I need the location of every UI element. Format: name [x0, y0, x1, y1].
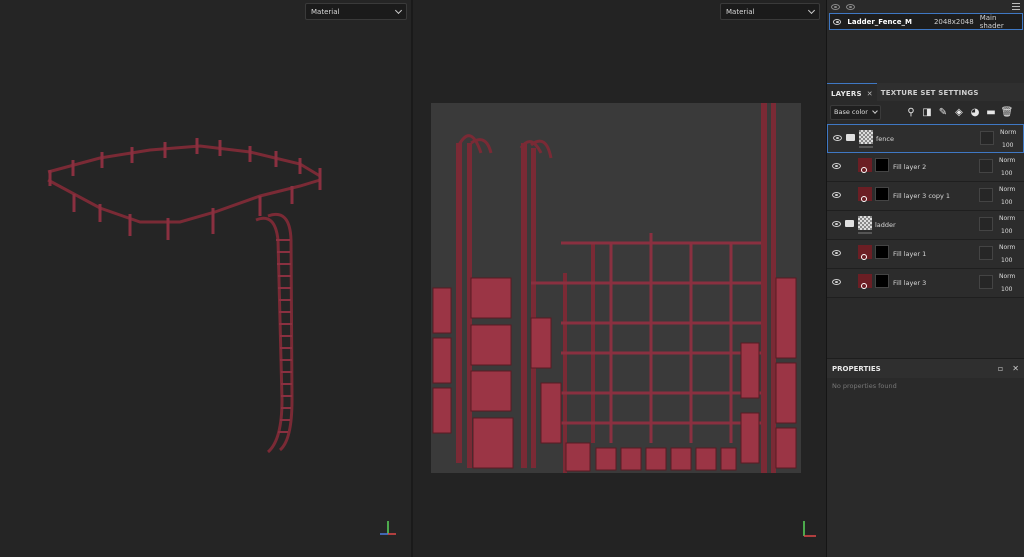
- layer-name[interactable]: Fill layer 2: [893, 163, 926, 171]
- texture-set-toolbar: [827, 0, 1024, 13]
- eye-icon[interactable]: [833, 18, 842, 25]
- layer-row-ladder[interactable]: ladder Norm 100: [827, 211, 1024, 240]
- folder-icon[interactable]: [845, 220, 854, 227]
- 3d-model-render: [47, 138, 322, 454]
- layer-blend-mode[interactable]: Norm: [999, 273, 1015, 280]
- layer-blend-box[interactable]: [980, 131, 994, 145]
- ladder: [255, 213, 294, 454]
- layer-blend-mode[interactable]: Norm: [999, 215, 1015, 222]
- mask-thumbnail[interactable]: [875, 158, 889, 172]
- layer-blend-box[interactable]: [979, 246, 993, 260]
- texture-set-shader: Main shader: [979, 13, 1004, 30]
- layer-opacity[interactable]: 100: [1002, 142, 1013, 149]
- properties-header: PROPERTIES ▫ ✕: [827, 358, 1024, 378]
- uv-axis-gizmo-icon: [803, 521, 816, 537]
- channel-select-label: Base color: [834, 108, 868, 116]
- layer-blend-mode[interactable]: Norm: [999, 186, 1015, 193]
- layers-tab-bar: LAYERS ✕ TEXTURE SET SETTINGS: [827, 83, 1024, 101]
- layer-row-fill-1[interactable]: Fill layer 1 Norm 100: [827, 240, 1024, 269]
- trash-icon[interactable]: 🗑: [1001, 106, 1014, 118]
- layer-opacity[interactable]: 100: [1001, 228, 1012, 235]
- chevron-down-icon: [872, 107, 878, 114]
- layer-toolbar: Base color ⚲ ◨ ✎ ◈ ◕ ▬ 🗑: [827, 101, 1024, 123]
- list-menu-icon[interactable]: [1012, 1, 1020, 10]
- paint-layer-icon[interactable]: ✎: [937, 106, 949, 118]
- layer-list: fence Norm 100 Fill layer 2 Norm 100 Fil…: [827, 124, 1024, 298]
- fence-rail-back: [47, 144, 321, 178]
- uv-texture-canvas: [431, 103, 801, 473]
- layer-name[interactable]: Fill layer 3: [893, 279, 926, 287]
- eye-icon[interactable]: [831, 3, 840, 10]
- eye-icon[interactable]: [832, 221, 841, 227]
- layer-opacity[interactable]: 100: [1001, 257, 1012, 264]
- properties-title: PROPERTIES: [832, 364, 881, 373]
- viewport-2d-mode-label: Material: [726, 7, 755, 16]
- layer-opacity[interactable]: 100: [1001, 286, 1012, 293]
- tab-texture-set-settings-label: TEXTURE SET SETTINGS: [880, 89, 979, 97]
- properties-empty-text: No properties found: [832, 382, 897, 390]
- mask-thumbnail[interactable]: [875, 245, 889, 259]
- close-icon[interactable]: ✕: [867, 90, 873, 101]
- axis-gizmo-icon: [380, 521, 396, 535]
- close-icon[interactable]: ✕: [1012, 364, 1019, 373]
- smart-material-icon[interactable]: ◕: [969, 106, 981, 118]
- layer-opacity[interactable]: 100: [1001, 199, 1012, 206]
- layer-row-fill-2[interactable]: Fill layer 2 Norm 100: [827, 153, 1024, 182]
- tab-texture-set-settings[interactable]: TEXTURE SET SETTINGS: [877, 83, 983, 101]
- eye-icon[interactable]: [832, 250, 841, 256]
- folder-icon[interactable]: [846, 134, 855, 141]
- layer-blend-box[interactable]: [979, 188, 993, 202]
- fill-thumbnail: [858, 158, 872, 173]
- chevron-down-icon: [807, 6, 816, 14]
- layer-blend-mode[interactable]: Norm: [999, 244, 1015, 251]
- properties-body: No properties found: [827, 378, 1024, 557]
- tab-layers-label: LAYERS: [831, 90, 862, 98]
- layer-row-fence[interactable]: fence Norm 100: [827, 124, 1024, 153]
- eye-icon[interactable]: [833, 135, 842, 141]
- viewport-3d[interactable]: Material: [0, 0, 411, 557]
- right-panel: Ladder_Fence_M 2048x2048 Main shader LAY…: [826, 0, 1024, 557]
- tab-layers[interactable]: LAYERS ✕: [827, 83, 877, 101]
- add-mask-icon[interactable]: ◨: [921, 106, 933, 118]
- viewport-2d-mode-select[interactable]: Material: [720, 3, 820, 20]
- layer-name[interactable]: Fill layer 1: [893, 250, 926, 258]
- layer-blend-mode[interactable]: Norm: [1000, 129, 1016, 136]
- layer-opacity[interactable]: 100: [1001, 170, 1012, 177]
- layer-blend-box[interactable]: [979, 275, 993, 289]
- fill-thumbnail: [858, 187, 872, 202]
- eye-icon[interactable]: [832, 163, 841, 169]
- layer-name[interactable]: Fill layer 3 copy 1: [893, 192, 950, 200]
- fill-thumbnail: [858, 245, 872, 260]
- eye-icon[interactable]: [832, 192, 841, 198]
- thumbnail-underbar: [858, 232, 872, 234]
- texture-set-name: Ladder_Fence_M: [847, 17, 912, 26]
- thumbnail-underbar: [859, 146, 873, 148]
- folder-icon[interactable]: ▬: [985, 106, 997, 118]
- layer-thumbnail: [858, 216, 872, 230]
- layer-thumbnail: [859, 130, 873, 144]
- eye-icon[interactable]: [846, 3, 855, 10]
- layer-blend-box[interactable]: [979, 159, 993, 173]
- channel-select[interactable]: Base color: [830, 104, 881, 120]
- texture-set-row[interactable]: Ladder_Fence_M 2048x2048 Main shader: [829, 13, 1023, 30]
- fence-posts: [48, 138, 322, 240]
- maximize-icon[interactable]: ▫: [998, 364, 1003, 373]
- viewport-2d[interactable]: Material: [413, 0, 826, 557]
- layer-name[interactable]: fence: [876, 135, 894, 143]
- mask-thumbnail[interactable]: [875, 274, 889, 288]
- fill-thumbnail: [858, 274, 872, 289]
- eye-icon[interactable]: [832, 279, 841, 285]
- layer-blend-mode[interactable]: Norm: [999, 157, 1015, 164]
- layer-blend-box[interactable]: [979, 217, 993, 231]
- add-effect-icon[interactable]: ⚲: [905, 106, 917, 118]
- layer-row-fill-3-copy-1[interactable]: Fill layer 3 copy 1 Norm 100: [827, 182, 1024, 211]
- fill-layer-icon[interactable]: ◈: [953, 106, 965, 118]
- texture-set-resolution: 2048x2048: [933, 17, 974, 26]
- layer-row-fill-3[interactable]: Fill layer 3 Norm 100: [827, 269, 1024, 298]
- mask-thumbnail[interactable]: [875, 187, 889, 201]
- layer-name[interactable]: ladder: [875, 221, 896, 229]
